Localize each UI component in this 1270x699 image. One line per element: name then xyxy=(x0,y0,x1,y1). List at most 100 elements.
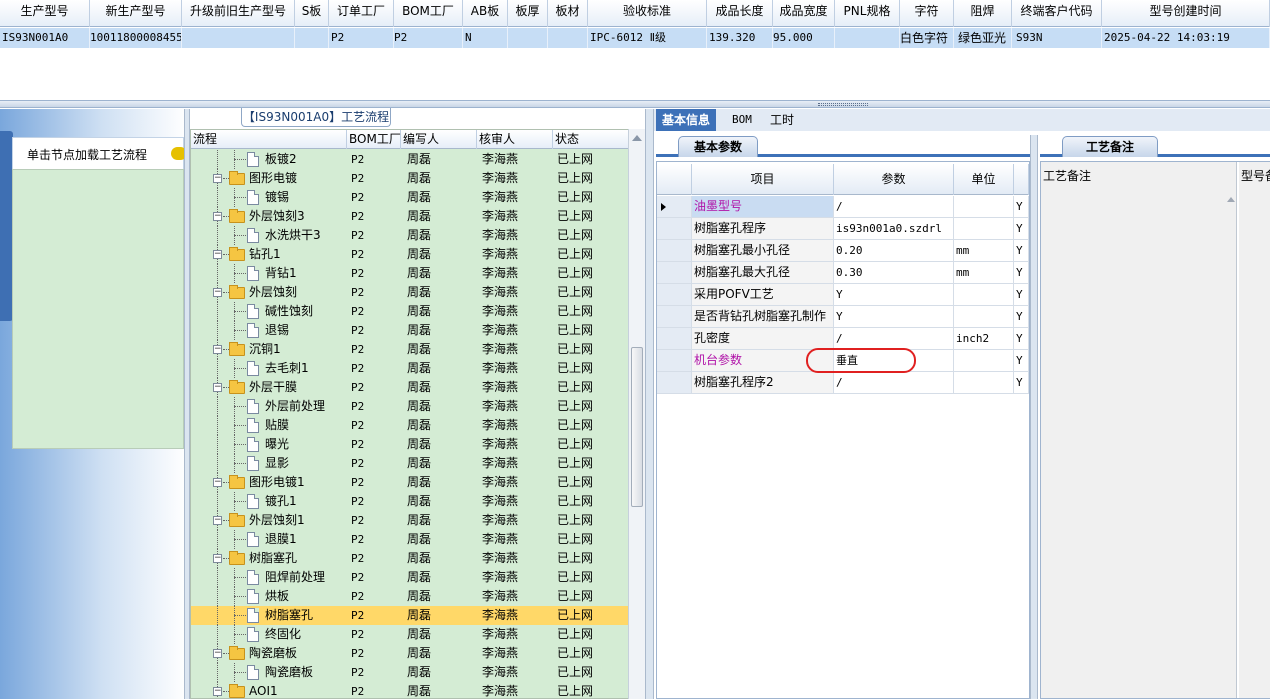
cell-length[interactable]: 139.320 xyxy=(709,28,773,48)
col-header[interactable]: 升级前旧生产型号 xyxy=(182,0,295,27)
cell-s-board[interactable] xyxy=(295,28,329,48)
col-header[interactable]: 编写人 xyxy=(401,130,477,149)
row-header[interactable] xyxy=(657,218,692,239)
cell-solder[interactable]: 绿色亚光 xyxy=(958,28,1012,48)
col-header[interactable]: PNL规格 xyxy=(835,0,900,27)
param-unit[interactable]: mm xyxy=(954,262,1014,283)
cell-new-model[interactable]: 10011800008455 xyxy=(90,28,182,48)
param-flag[interactable]: Y xyxy=(1014,218,1029,239)
load-flow-tab[interactable]: 单击节点加载工艺流程 xyxy=(12,137,187,169)
flow-row[interactable]: 板镀2 P2 周磊 李海燕 已上网 xyxy=(191,150,629,169)
tab-bom[interactable]: BOM xyxy=(726,109,758,131)
flow-row[interactable]: 镀孔1 P2 周磊 李海燕 已上网 xyxy=(191,492,629,511)
flow-row[interactable]: 阻焊前处理 P2 周磊 李海燕 已上网 xyxy=(191,568,629,587)
param-item[interactable]: 树脂塞孔程序 xyxy=(692,218,834,239)
flow-row[interactable]: 去毛刺1 P2 周磊 李海燕 已上网 xyxy=(191,359,629,378)
param-unit[interactable] xyxy=(954,306,1014,327)
param-value[interactable]: Y xyxy=(834,306,954,327)
flow-row[interactable]: − 钻孔1 P2 周磊 李海燕 已上网 xyxy=(191,245,629,264)
collapse-icon[interactable]: − xyxy=(213,383,222,392)
row-header[interactable] xyxy=(657,306,692,327)
flow-row[interactable]: − 陶瓷磨板 P2 周磊 李海燕 已上网 xyxy=(191,644,629,663)
param-unit[interactable] xyxy=(954,284,1014,305)
col-header[interactable]: BOM工厂 xyxy=(394,0,463,27)
param-row[interactable]: 树脂塞孔程序 is93n001a0.szdrl Y xyxy=(657,218,1029,240)
param-row[interactable]: 树脂塞孔最小孔径 0.20 mm Y xyxy=(657,240,1029,262)
cell-client-code[interactable]: S93N xyxy=(1016,28,1102,48)
flow-row[interactable]: − 外层干膜 P2 周磊 李海燕 已上网 xyxy=(191,378,629,397)
col-header[interactable]: 阻焊 xyxy=(954,0,1012,27)
flow-row[interactable]: − 图形电镀 P2 周磊 李海燕 已上网 xyxy=(191,169,629,188)
flow-row[interactable]: 镀锡 P2 周磊 李海燕 已上网 xyxy=(191,188,629,207)
col-header[interactable]: 验收标准 xyxy=(588,0,707,27)
cell-order-factory[interactable]: P2 xyxy=(331,28,394,48)
collapse-icon[interactable]: − xyxy=(213,288,222,297)
flow-row[interactable]: 外层前处理 P2 周磊 李海燕 已上网 xyxy=(191,397,629,416)
vertical-splitter[interactable] xyxy=(645,109,654,699)
flow-row[interactable]: 显影 P2 周磊 李海燕 已上网 xyxy=(191,454,629,473)
col-header[interactable]: BOM工厂 xyxy=(347,130,401,149)
param-item[interactable]: 油墨型号 xyxy=(692,196,834,217)
flow-row[interactable]: − 外层蚀刻 P2 周磊 李海燕 已上网 xyxy=(191,283,629,302)
flow-row[interactable]: 碱性蚀刻 P2 周磊 李海燕 已上网 xyxy=(191,302,629,321)
param-item[interactable]: 采用POFV工艺 xyxy=(692,284,834,305)
table-row[interactable]: IS93N001A0 10011800008455 P2 P2 N IPC-60… xyxy=(0,28,1270,48)
flow-row[interactable]: 退锡 P2 周磊 李海燕 已上网 xyxy=(191,321,629,340)
splitter-grip-icon[interactable] xyxy=(818,103,868,106)
notes-column[interactable]: 工艺备注 xyxy=(1041,162,1237,698)
param-flag[interactable]: Y xyxy=(1014,196,1029,217)
collapse-icon[interactable]: − xyxy=(213,212,222,221)
param-row[interactable]: 是否背钻孔树脂塞孔制作 Y Y xyxy=(657,306,1029,328)
flow-row[interactable]: − 外层蚀刻3 P2 周磊 李海燕 已上网 xyxy=(191,207,629,226)
flow-row[interactable]: 背钻1 P2 周磊 李海燕 已上网 xyxy=(191,264,629,283)
cell-material[interactable] xyxy=(548,28,588,48)
param-unit[interactable] xyxy=(954,350,1014,371)
param-value[interactable]: 0.30 xyxy=(834,262,954,283)
flow-scrollbar[interactable] xyxy=(628,129,645,699)
collapse-icon[interactable]: − xyxy=(213,554,222,563)
param-flag[interactable]: Y xyxy=(1014,240,1029,261)
flow-row[interactable]: − 外层蚀刻1 P2 周磊 李海燕 已上网 xyxy=(191,511,629,530)
param-unit[interactable]: mm xyxy=(954,240,1014,261)
tab-basic-info[interactable]: 基本信息 xyxy=(656,109,717,131)
param-value[interactable]: / xyxy=(834,328,954,349)
param-item[interactable]: 是否背钻孔树脂塞孔制作 xyxy=(692,306,834,327)
scroll-up-icon[interactable] xyxy=(1227,197,1235,202)
collapse-icon[interactable]: − xyxy=(213,174,222,183)
param-item[interactable]: 树脂塞孔最小孔径 xyxy=(692,240,834,261)
col-header[interactable]: 单位 xyxy=(954,164,1014,195)
col-header[interactable]: 新生产型号 xyxy=(90,0,182,27)
param-unit[interactable]: inch2 xyxy=(954,328,1014,349)
col-header[interactable]: 终端客户代码 xyxy=(1012,0,1102,27)
cell-old-model[interactable] xyxy=(182,28,295,48)
col-header[interactable]: 核审人 xyxy=(477,130,553,149)
param-row[interactable]: 油墨型号 / Y xyxy=(657,196,1029,218)
col-header[interactable]: 状态 xyxy=(553,130,629,149)
cell-bom-factory[interactable]: P2 xyxy=(394,28,463,48)
cell-thickness[interactable] xyxy=(508,28,548,48)
row-header[interactable] xyxy=(657,262,692,283)
col-header[interactable]: 板材 xyxy=(548,0,588,27)
scroll-up-icon[interactable] xyxy=(632,135,642,141)
col-header[interactable]: 项目 xyxy=(692,164,834,195)
row-header[interactable] xyxy=(657,372,692,393)
flow-row[interactable]: − 沉铜1 P2 周磊 李海燕 已上网 xyxy=(191,340,629,359)
collapse-icon[interactable]: − xyxy=(213,687,222,696)
flow-row[interactable]: 终固化 P2 周磊 李海燕 已上网 xyxy=(191,625,629,644)
vertical-splitter[interactable] xyxy=(1030,135,1038,699)
param-flag[interactable]: Y xyxy=(1014,306,1029,327)
flow-row[interactable]: 陶瓷磨板 P2 周磊 李海燕 已上网 xyxy=(191,663,629,682)
param-item[interactable]: 树脂塞孔最大孔径 xyxy=(692,262,834,283)
param-row[interactable]: 树脂塞孔最大孔径 0.30 mm Y xyxy=(657,262,1029,284)
model-notes-column[interactable]: 型号备 xyxy=(1239,162,1270,698)
col-header[interactable]: 参数 xyxy=(834,164,954,195)
cell-created[interactable]: 2025-04-22 14:03:19 xyxy=(1104,28,1270,48)
flow-row[interactable]: − 树脂塞孔 P2 周磊 李海燕 已上网 xyxy=(191,549,629,568)
param-flag[interactable]: Y xyxy=(1014,328,1029,349)
param-row[interactable]: 采用POFV工艺 Y Y xyxy=(657,284,1029,306)
collapse-icon[interactable]: − xyxy=(213,649,222,658)
flow-row[interactable]: − 图形电镀1 P2 周磊 李海燕 已上网 xyxy=(191,473,629,492)
param-value[interactable]: / xyxy=(834,372,954,393)
param-flag[interactable]: Y xyxy=(1014,284,1029,305)
param-flag[interactable]: Y xyxy=(1014,372,1029,393)
